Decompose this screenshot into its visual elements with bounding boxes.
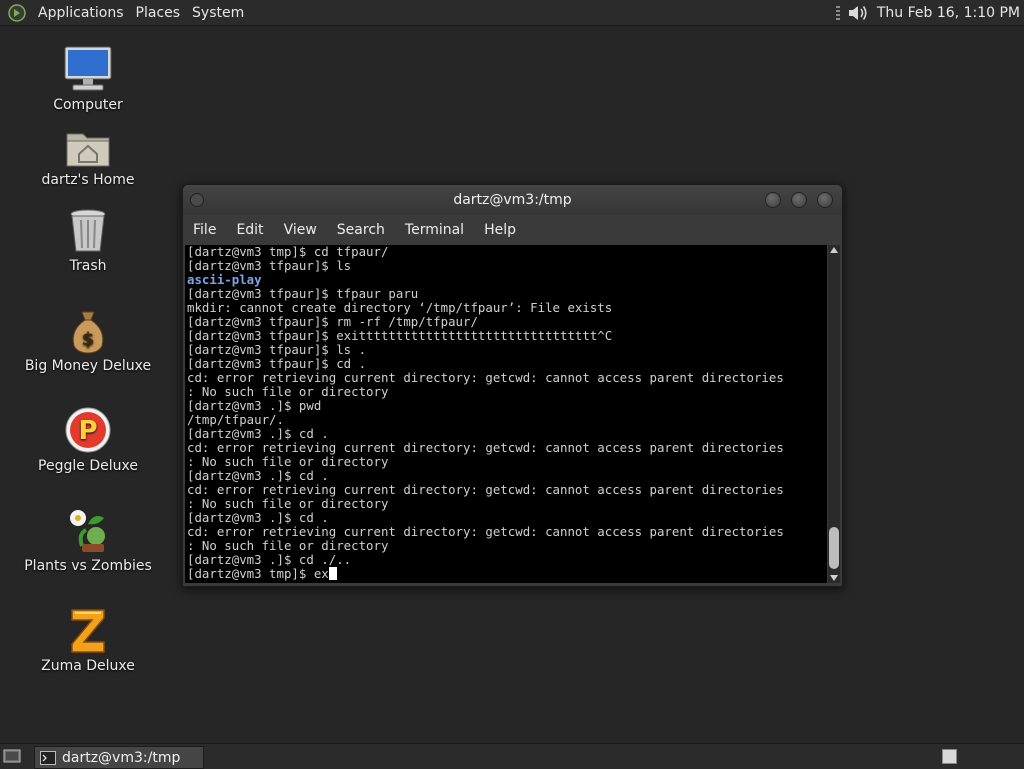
applications-menu[interactable]: Applications [32,5,130,21]
money-bag-icon: $ [72,311,104,354]
desktop-icon-computer[interactable]: Computer [18,45,158,113]
terminal-line: [dartz@vm3 tfpaur]$ tfpaur paru [187,286,419,301]
home-folder-icon [66,133,110,167]
desktop-icon-label: dartz's Home [41,172,135,188]
desktop-icon-label: Trash [69,258,107,274]
terminal-cursor [328,567,337,580]
terminal-line: : No such file or directory [187,538,389,553]
desktop-icon-home[interactable]: dartz's Home [18,128,158,188]
panel-tray: Thu Feb 16, 1:10 PM [835,0,1024,25]
menu-search[interactable]: Search [327,222,395,238]
desktop-icon-label: Peggle Deluxe [38,458,138,474]
terminal-line: : No such file or directory [187,384,389,399]
terminal-line: mkdir: cannot create directory ‘/tmp/tfp… [187,300,613,315]
terminal-line: cd: error retrieving current directory: … [187,440,784,455]
desktop-icon-plants-vs-zombies[interactable]: Plants vs Zombies [18,506,158,574]
panel-drag-handle-icon[interactable] [835,4,841,22]
close-button[interactable] [817,192,833,208]
menu-edit[interactable]: Edit [226,222,273,238]
terminal-line: [dartz@vm3 tfpaur]$ ls . [187,342,367,357]
terminal-line: : No such file or directory [187,496,389,511]
zuma-icon [71,609,105,653]
terminal-lines: [dartz@vm3 tmp]$ cd tfpaur/[dartz@vm3 tf… [185,245,827,581]
desktop-icon-label: Big Money Deluxe [24,358,152,374]
menu-terminal[interactable]: Terminal [395,222,474,238]
desktop-icon-peggle[interactable]: P Peggle Deluxe [18,406,158,474]
terminal-line: cd: error retrieving current directory: … [187,524,784,539]
terminal-line: [dartz@vm3 tfpaur]$ exittttttttttttttttt… [187,328,613,343]
svg-text:P: P [78,416,97,446]
desktop-icon-big-money[interactable]: $ Big Money Deluxe [18,308,158,374]
terminal-line: : No such file or directory [187,454,389,469]
places-menu[interactable]: Places [130,5,187,21]
terminal-line: [dartz@vm3 tfpaur]$ cd . [187,356,367,371]
show-desktop-icon[interactable] [3,748,21,764]
volume-icon[interactable] [847,3,869,23]
terminal-line: [dartz@vm3 tfpaur]$ ls [187,258,352,273]
window-title: dartz@vm3:/tmp [453,192,572,208]
desktop-icon-label: Computer [53,97,123,113]
workspace-switcher[interactable] [942,749,957,764]
clock[interactable]: Thu Feb 16, 1:10 PM [877,5,1020,21]
terminal-line: cd: error retrieving current directory: … [187,482,784,497]
svg-text:$: $ [82,329,95,350]
desktop-icon-zuma[interactable]: Zuma Deluxe [18,606,158,674]
terminal-prompt-line: [dartz@vm3 tmp]$ ex [187,567,827,581]
window-titlebar[interactable]: dartz@vm3:/tmp [183,185,842,215]
scroll-up-arrow-icon[interactable] [830,247,838,253]
desktop-icon-trash[interactable]: Trash [18,208,158,274]
top-panel: Applications Places System Thu Feb 16, 1… [0,0,1024,26]
plants-vs-zombies-icon [70,510,105,552]
terminal-line: /tmp/tfpaur/. [187,412,284,427]
terminal-line: [dartz@vm3 .]$ pwd [187,398,322,413]
maximize-button[interactable] [791,192,807,208]
system-menu[interactable]: System [186,5,250,21]
terminal-line: [dartz@vm3 .]$ cd . [187,426,329,441]
terminal-line: [dartz@vm3 .]$ cd . [187,510,329,525]
menu-view[interactable]: View [274,222,327,238]
computer-icon [64,46,112,91]
scroll-down-arrow-icon[interactable] [830,575,838,581]
desktop-icon-label: Plants vs Zombies [24,558,152,574]
terminal-output[interactable]: [dartz@vm3 tmp]$ cd tfpaur/[dartz@vm3 tf… [185,245,827,583]
taskbar-button-terminal[interactable]: dartz@vm3:/tmp [34,746,204,769]
minimize-button[interactable] [765,192,781,208]
terminal-scrollbar[interactable] [828,245,840,583]
distro-logo-icon[interactable] [8,3,26,22]
terminal-line: [dartz@vm3 .]$ cd ./.. [187,552,352,567]
menu-help[interactable]: Help [474,222,526,238]
terminal-line: cd: error retrieving current directory: … [187,370,784,385]
terminal-menubar: File Edit View Search Terminal Help [183,216,842,244]
terminal-line: ascii-play [187,272,262,287]
taskbar-button-label: dartz@vm3:/tmp [62,749,181,766]
desktop-icon-label: Zuma Deluxe [41,658,135,674]
scrollbar-thumb[interactable] [829,527,839,569]
bottom-panel: dartz@vm3:/tmp [0,743,1024,769]
trash-icon [70,209,106,252]
terminal-line: [dartz@vm3 .]$ cd . [187,468,329,483]
terminal-icon [40,750,56,765]
menu-file[interactable]: File [183,222,226,238]
terminal-window[interactable]: dartz@vm3:/tmp File Edit View Search Ter… [182,184,843,587]
terminal-line: [dartz@vm3 tfpaur]$ rm -rf /tmp/tfpaur/ [187,314,478,329]
terminal-line: [dartz@vm3 tmp]$ cd tfpaur/ [187,245,389,259]
peggle-icon: P [65,407,111,453]
